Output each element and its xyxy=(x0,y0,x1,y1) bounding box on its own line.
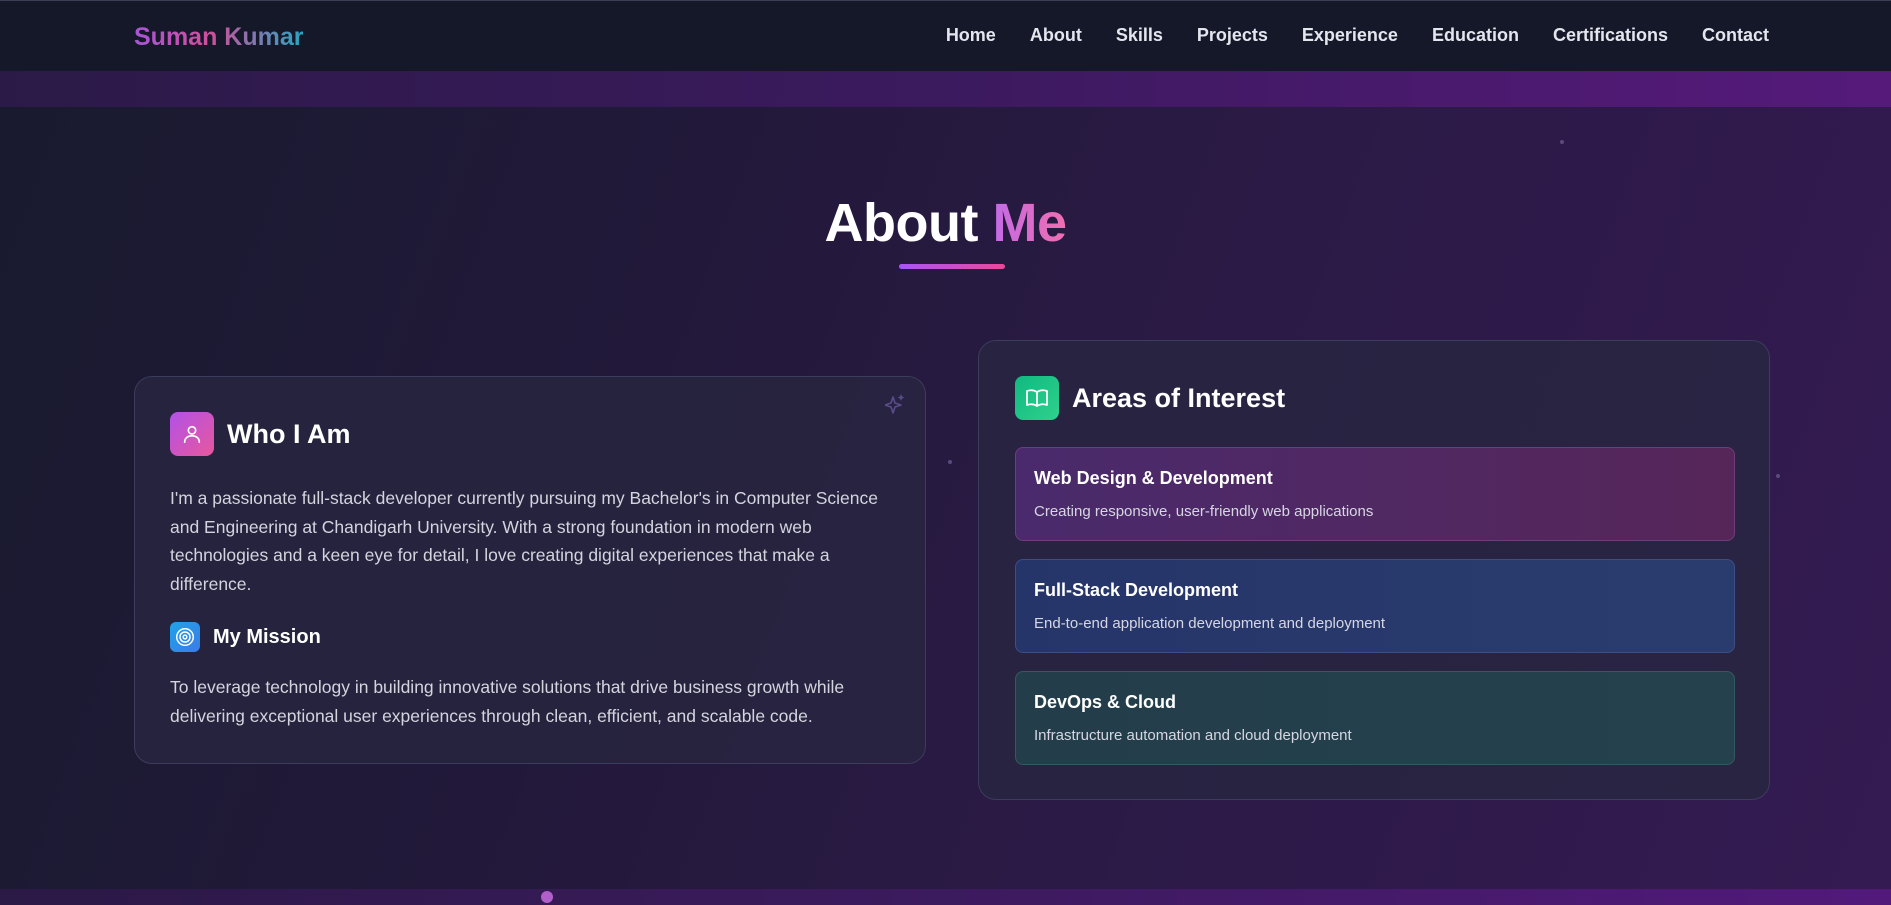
areas-title: Areas of Interest xyxy=(1072,382,1286,413)
mission-text: To leverage technology in building innov… xyxy=(170,677,845,726)
scroll-indicator-dot xyxy=(541,891,553,903)
who-i-am-card: Who I Am I'm a passionate full-stack dev… xyxy=(134,376,926,764)
decorative-dot xyxy=(948,460,952,464)
interest-title: DevOps & Cloud xyxy=(1034,692,1177,712)
mission-header: My Mission xyxy=(170,622,321,652)
nav-link-projects[interactable]: Projects xyxy=(1180,25,1285,46)
areas-header: Areas of Interest xyxy=(1015,376,1285,420)
who-i-am-title: Who I Am xyxy=(227,418,351,449)
interest-desc: End-to-end application development and d… xyxy=(1034,615,1386,632)
decorative-dot xyxy=(1776,474,1780,478)
sparkles-icon xyxy=(884,393,905,420)
nav-link-education[interactable]: Education xyxy=(1415,25,1536,46)
nav-link-contact[interactable]: Contact xyxy=(1685,25,1771,46)
section-title-part1: About xyxy=(824,193,979,253)
interest-item-full-stack: Full-Stack Development End-to-end applic… xyxy=(1015,559,1735,653)
interest-item-devops: DevOps & Cloud Infrastructure automation… xyxy=(1015,671,1735,765)
interest-desc: Creating responsive, user-friendly web a… xyxy=(1034,503,1374,520)
interest-item-web-design: Web Design & Development Creating respon… xyxy=(1015,447,1735,541)
nav-link-experience[interactable]: Experience xyxy=(1285,25,1415,46)
section-title: About Me xyxy=(0,192,1891,254)
mission-title: My Mission xyxy=(213,625,321,648)
nav-link-about[interactable]: About xyxy=(1013,25,1099,46)
page: Suman Kumar Home About Skills Projects E… xyxy=(0,0,1891,905)
nav-link-certifications[interactable]: Certifications xyxy=(1536,25,1685,46)
navbar: Suman Kumar Home About Skills Projects E… xyxy=(0,0,1891,71)
target-icon xyxy=(170,622,200,652)
bottom-band xyxy=(0,889,1891,905)
top-band xyxy=(0,71,1891,107)
nav-links: Home About Skills Projects Experience Ed… xyxy=(929,25,1771,46)
interest-desc: Infrastructure automation and cloud depl… xyxy=(1034,727,1352,744)
interest-title: Full-Stack Development xyxy=(1034,580,1239,600)
areas-of-interest-card: Areas of Interest Web Design & Developme… xyxy=(978,340,1770,800)
decorative-dot xyxy=(1560,140,1564,144)
nav-link-home[interactable]: Home xyxy=(929,25,1013,46)
interest-title: Web Design & Development xyxy=(1034,468,1273,488)
who-i-am-header: Who I Am xyxy=(170,412,350,456)
title-underline xyxy=(899,264,1005,269)
nav-link-skills[interactable]: Skills xyxy=(1099,25,1180,46)
book-icon xyxy=(1015,376,1059,420)
section-title-part2: Me xyxy=(992,193,1067,253)
user-icon xyxy=(170,412,214,456)
who-i-am-paragraph: I'm a passionate full-stack developer cu… xyxy=(170,488,878,594)
site-logo[interactable]: Suman Kumar xyxy=(134,23,303,52)
